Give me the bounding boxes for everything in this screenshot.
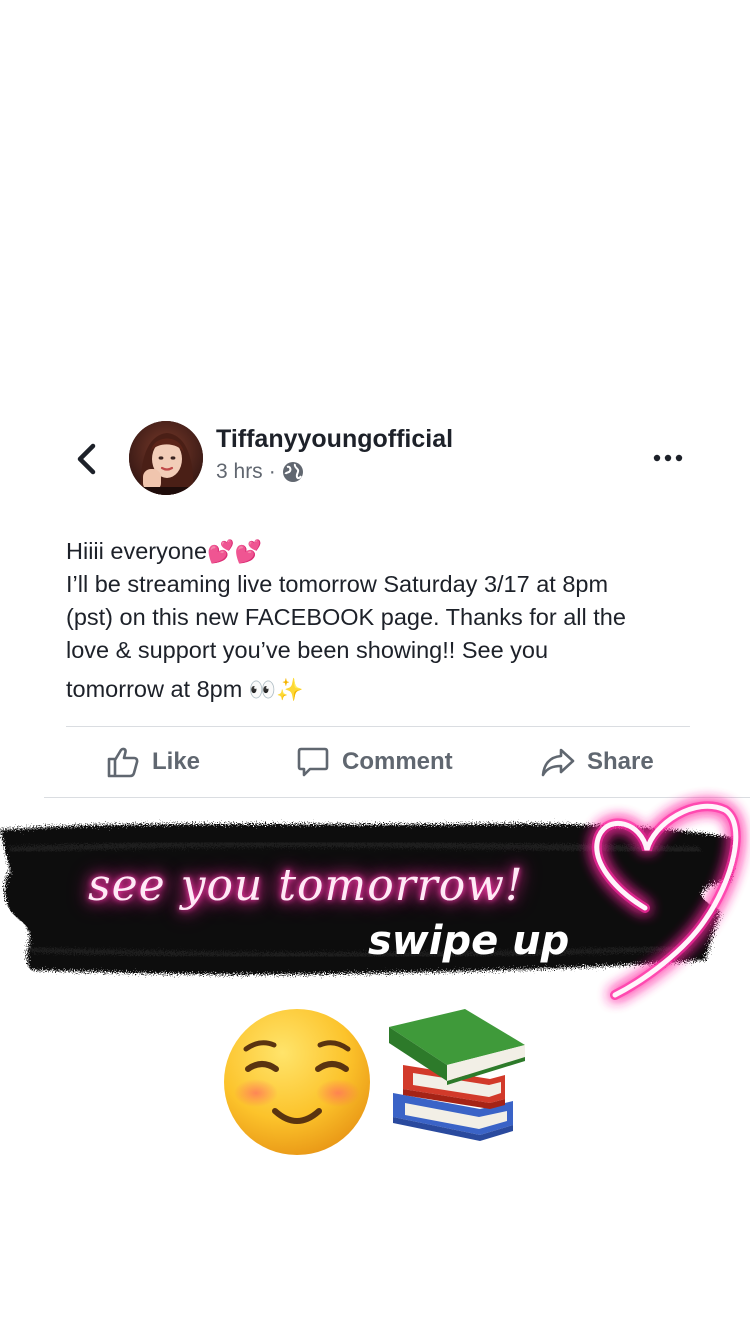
divider bbox=[66, 726, 690, 727]
share-arrow-icon bbox=[541, 748, 575, 777]
author-name[interactable]: Tiffanyyoungofficial bbox=[216, 425, 453, 454]
post-line-text: tomorrow at 8pm bbox=[66, 676, 243, 702]
post-text: Hiiii everyone💕💕 I’ll be streaming live … bbox=[66, 535, 706, 706]
post-line-text: Hiiii everyone bbox=[66, 538, 208, 564]
post-line: I’ll be streaming live tomorrow Saturday… bbox=[66, 571, 609, 597]
like-label: Like bbox=[152, 748, 201, 775]
books-icon bbox=[389, 1009, 525, 1141]
two-hearts-emoji: 💕💕 bbox=[207, 539, 262, 564]
share-label: Share bbox=[587, 748, 654, 775]
post-line: Hiiii everyone💕💕 bbox=[66, 535, 706, 568]
see-you-tomorrow-text: see you tomorrow! bbox=[88, 860, 524, 911]
chevron-left-icon bbox=[77, 443, 96, 475]
more-options-button[interactable] bbox=[646, 440, 690, 476]
meta-separator: · bbox=[268, 460, 276, 483]
smiling-face-icon bbox=[224, 1009, 370, 1155]
comment-icon bbox=[297, 747, 329, 777]
share-button[interactable]: Share bbox=[541, 742, 654, 782]
more-dots-icon bbox=[653, 454, 683, 462]
post-line: tomorrow at 8pm 👀✨ bbox=[66, 673, 706, 706]
swipe-up-link[interactable]: swipe up bbox=[368, 918, 569, 964]
post-meta: 3 hrs · bbox=[216, 460, 304, 484]
post-line: love & support you’ve been showing!! See… bbox=[66, 637, 549, 663]
back-button[interactable] bbox=[68, 438, 108, 482]
neon-heart-icon bbox=[591, 801, 741, 1000]
globe-icon[interactable] bbox=[282, 461, 304, 483]
thumbs-up-icon bbox=[107, 747, 139, 778]
like-button[interactable]: Like bbox=[106, 742, 200, 782]
eyes-sparkles-emoji: 👀✨ bbox=[248, 677, 304, 702]
comment-button[interactable]: Comment bbox=[296, 742, 453, 782]
post-line: (pst) on this new FACEBOOK page. Thanks … bbox=[66, 604, 626, 630]
avatar[interactable] bbox=[129, 421, 203, 495]
comment-label: Comment bbox=[342, 748, 453, 775]
profile-photo bbox=[129, 421, 203, 495]
story-screen: Tiffanyyoungofficial 3 hrs · Hiiii every… bbox=[0, 0, 750, 1334]
post-time[interactable]: 3 hrs bbox=[216, 460, 263, 484]
